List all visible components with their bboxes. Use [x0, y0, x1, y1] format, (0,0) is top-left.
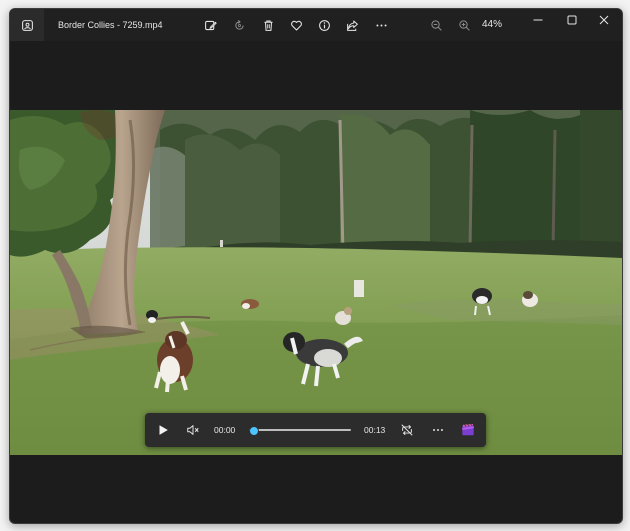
zoom-out-icon[interactable] [426, 15, 446, 35]
edit-image-icon[interactable] [200, 15, 220, 35]
zoom-in-icon[interactable] [454, 15, 474, 35]
close-icon [599, 15, 609, 25]
current-time: 00:00 [214, 425, 236, 435]
clipchamp-edit-button[interactable] [456, 418, 480, 442]
play-icon [159, 425, 168, 435]
more-options-icon[interactable] [371, 15, 391, 35]
dog-distant-2 [241, 299, 259, 309]
info-icon[interactable] [314, 15, 334, 35]
mute-button[interactable] [181, 418, 205, 442]
repeat-off-icon [401, 424, 413, 436]
seek-thumb[interactable] [249, 426, 259, 436]
share-icon[interactable] [342, 15, 362, 35]
maximize-icon [567, 15, 577, 25]
zoom-level: 44% [482, 19, 503, 30]
seek-slider[interactable] [249, 426, 351, 436]
title-bar: Border Collies - 7259.mp4 44% [10, 9, 622, 41]
play-button[interactable] [151, 418, 175, 442]
favorite-heart-icon[interactable] [286, 15, 306, 35]
more-options-icon [433, 429, 443, 431]
mute-icon [187, 425, 199, 435]
minimize-icon [533, 19, 543, 21]
seek-track [249, 429, 351, 431]
delete-icon[interactable] [258, 15, 278, 35]
window-title: Border Collies - 7259.mp4 [58, 20, 163, 30]
player-more-options-button[interactable] [426, 418, 450, 442]
video-frame-border-collies [10, 110, 622, 455]
minimize-button[interactable] [521, 9, 555, 31]
photos-app-window: Border Collies - 7259.mp4 44% 00:00 00:1… [9, 8, 623, 524]
maximize-button[interactable] [555, 9, 589, 31]
duration: 00:13 [364, 425, 386, 435]
video-viewport[interactable] [10, 110, 622, 455]
media-controls-bar: 00:00 00:13 [145, 413, 486, 447]
close-button[interactable] [587, 9, 621, 31]
clipchamp-icon [462, 423, 474, 436]
app-photos-icon[interactable] [10, 9, 44, 41]
repeat-button[interactable] [395, 418, 419, 442]
rotate-icon[interactable] [229, 15, 249, 35]
